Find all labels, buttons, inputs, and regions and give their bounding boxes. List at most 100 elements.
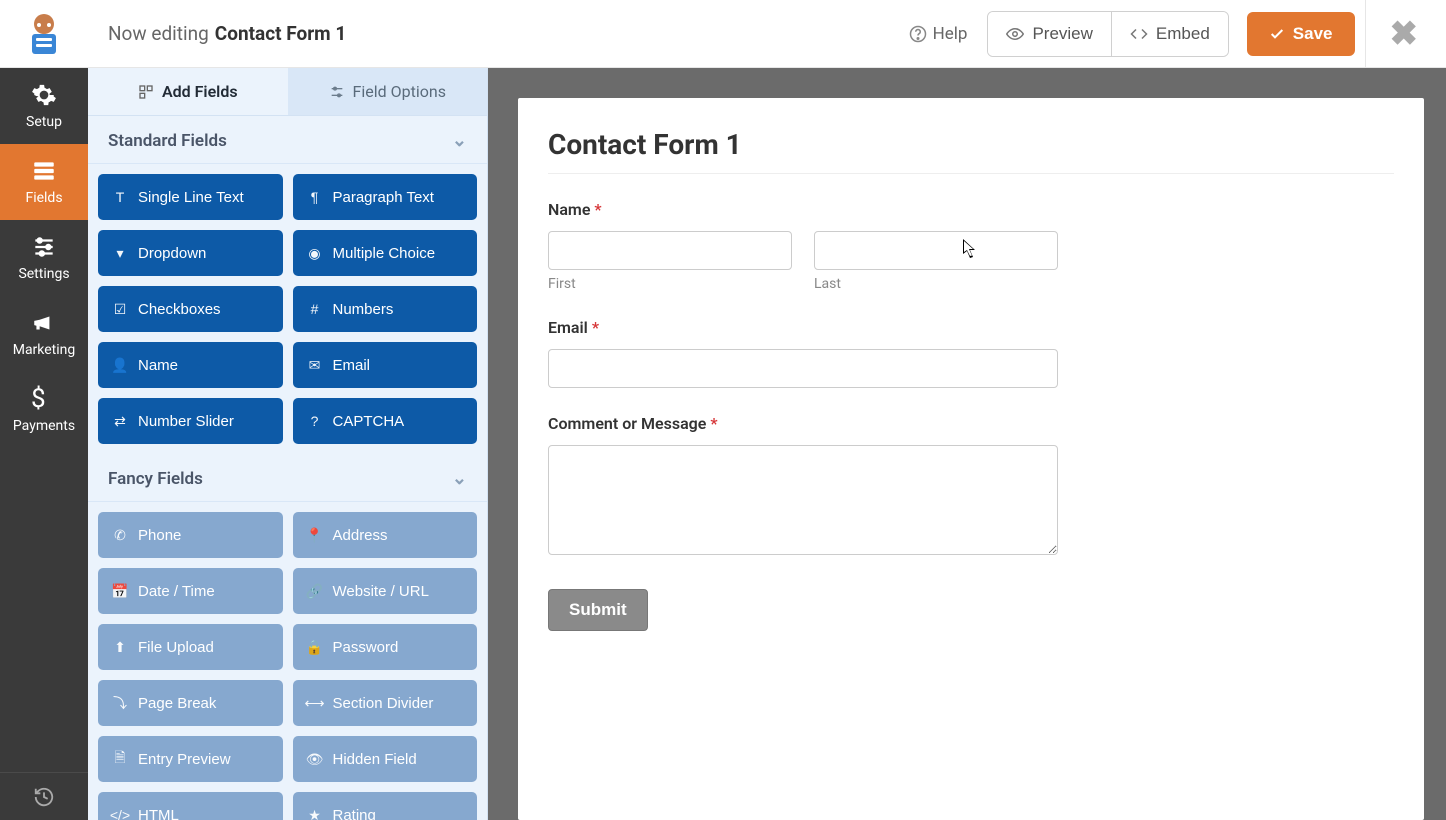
- field-label: HTML: [138, 807, 179, 820]
- nav-settings[interactable]: Settings: [0, 220, 88, 296]
- field-address[interactable]: 📍Address: [293, 512, 478, 558]
- embed-label: Embed: [1156, 24, 1210, 44]
- sidebar: Add Fields Field Options Standard Fields…: [88, 68, 488, 820]
- sliders-icon: [31, 234, 57, 260]
- field-label: Name: [138, 357, 178, 374]
- dollar-icon: $: [31, 386, 57, 412]
- field-hidden-field[interactable]: 👁 Hidden Field: [293, 736, 478, 782]
- field-name[interactable]: 👤Name: [98, 342, 283, 388]
- field-website-url[interactable]: 🔗Website / URL: [293, 568, 478, 614]
- nav-settings-label: Settings: [18, 266, 69, 282]
- bullhorn-icon: [31, 310, 57, 336]
- section-standard-fields-label: Standard Fields: [108, 131, 227, 151]
- help-link[interactable]: Help: [909, 24, 968, 44]
- form-icon: [31, 158, 57, 184]
- field-checkboxes[interactable]: ☑ Checkboxes: [98, 286, 283, 332]
- topbar: Now editing Contact Form 1 Help Preview …: [0, 0, 1446, 68]
- field-rating[interactable]: ★ Rating: [293, 792, 478, 820]
- email-input[interactable]: [548, 349, 1058, 388]
- field-label: Numbers: [333, 301, 394, 318]
- tab-add-fields-label: Add Fields: [162, 82, 238, 101]
- nav-marketing-label: Marketing: [13, 342, 76, 358]
- field-label: Address: [333, 527, 388, 544]
- field-label: Website / URL: [333, 583, 429, 600]
- name-label: Name: [548, 200, 590, 219]
- field-password[interactable]: 🔒 Password: [293, 624, 478, 670]
- field-single-line-text[interactable]: TSingle Line Text: [98, 174, 283, 220]
- now-editing: Now editing Contact Form 1: [108, 22, 346, 45]
- form-field-message[interactable]: Comment or Message *: [548, 414, 1058, 559]
- submit-button[interactable]: Submit: [548, 589, 648, 631]
- calendar-icon: 📅: [112, 583, 128, 599]
- field-numbers[interactable]: # Numbers: [293, 286, 478, 332]
- field-phone[interactable]: ✆Phone: [98, 512, 283, 558]
- field-page-break[interactable]: ⤵Page Break: [98, 680, 283, 726]
- field-label: Checkboxes: [138, 301, 221, 318]
- field-file-upload[interactable]: ⬆File Upload: [98, 624, 283, 670]
- check-icon: [1269, 26, 1285, 42]
- field-label: Number Slider: [138, 413, 234, 430]
- nav-rail: Setup Fields Settings Marketing $ Paymen…: [0, 68, 88, 820]
- form-field-email[interactable]: Email *: [548, 318, 1058, 388]
- last-name-sublabel: Last: [814, 276, 1058, 292]
- field-number-slider[interactable]: ⇄ Number Slider: [98, 398, 283, 444]
- text-icon: T: [112, 189, 128, 205]
- field-paragraph-text[interactable]: ¶Paragraph Text: [293, 174, 478, 220]
- radio-icon: ◉: [307, 245, 323, 261]
- required-asterisk: *: [592, 318, 599, 337]
- nav-marketing[interactable]: Marketing: [0, 296, 88, 372]
- nav-setup[interactable]: Setup: [0, 68, 88, 144]
- sliders-icon: [329, 84, 345, 100]
- sliders-icon: ⇄: [112, 413, 128, 429]
- first-name-sublabel: First: [548, 276, 792, 292]
- star-icon: ★: [307, 807, 323, 820]
- fancy-fields-grid: ✆Phone 📍Address 📅Date / Time 🔗Website / …: [88, 502, 487, 820]
- field-html[interactable]: </> HTML: [98, 792, 283, 820]
- field-entry-preview[interactable]: 🗎Entry Preview: [98, 736, 283, 782]
- save-button[interactable]: Save: [1247, 12, 1355, 56]
- code-icon: </>: [112, 807, 128, 820]
- nav-payments[interactable]: $ Payments: [0, 372, 88, 448]
- form-card[interactable]: Contact Form 1 Name * First Last: [518, 98, 1424, 820]
- logo: [0, 10, 88, 58]
- field-email[interactable]: ✉Email: [293, 342, 478, 388]
- envelope-icon: ✉: [307, 357, 323, 373]
- preview-icon: 🗎: [112, 751, 128, 767]
- history-button[interactable]: [0, 772, 88, 820]
- tab-field-options[interactable]: Field Options: [288, 68, 488, 115]
- field-captcha[interactable]: ?CAPTCHA: [293, 398, 478, 444]
- nav-payments-label: Payments: [13, 418, 75, 434]
- field-multiple-choice[interactable]: ◉Multiple Choice: [293, 230, 478, 276]
- close-icon: ✖: [1390, 14, 1419, 54]
- eye-icon: [1006, 25, 1024, 43]
- field-label: Password: [333, 639, 399, 656]
- checkbox-icon: ☑: [112, 301, 128, 317]
- field-dropdown[interactable]: ▾Dropdown: [98, 230, 283, 276]
- preview-label: Preview: [1032, 24, 1092, 44]
- field-label: Paragraph Text: [333, 189, 434, 206]
- field-section-divider[interactable]: ⟷Section Divider: [293, 680, 478, 726]
- last-name-input[interactable]: [814, 231, 1058, 270]
- preview-button[interactable]: Preview: [988, 12, 1110, 56]
- form-field-name[interactable]: Name * First Last: [548, 200, 1058, 292]
- embed-button[interactable]: Embed: [1111, 12, 1228, 56]
- close-button[interactable]: ✖: [1365, 0, 1433, 68]
- field-date-time[interactable]: 📅Date / Time: [98, 568, 283, 614]
- first-name-input[interactable]: [548, 231, 792, 270]
- field-label: Rating: [333, 807, 376, 820]
- section-standard-fields[interactable]: Standard Fields ⌄: [88, 116, 487, 164]
- lock-icon: 🔒: [307, 639, 323, 655]
- submit-label: Submit: [569, 600, 627, 619]
- field-label: Hidden Field: [333, 751, 417, 768]
- tab-add-fields[interactable]: Add Fields: [88, 68, 288, 115]
- section-fancy-fields[interactable]: Fancy Fields ⌄: [88, 454, 487, 502]
- nav-fields[interactable]: Fields: [0, 144, 88, 220]
- nav-setup-label: Setup: [26, 114, 62, 130]
- eye-off-icon: 👁: [307, 751, 323, 767]
- tab-field-options-label: Field Options: [353, 82, 446, 101]
- hash-icon: #: [307, 301, 323, 317]
- standard-fields-grid: TSingle Line Text ¶Paragraph Text ▾Dropd…: [88, 164, 487, 450]
- message-textarea[interactable]: [548, 445, 1058, 555]
- chevron-down-icon: ⌄: [452, 130, 467, 151]
- form-title: Contact Form 1: [548, 128, 1394, 174]
